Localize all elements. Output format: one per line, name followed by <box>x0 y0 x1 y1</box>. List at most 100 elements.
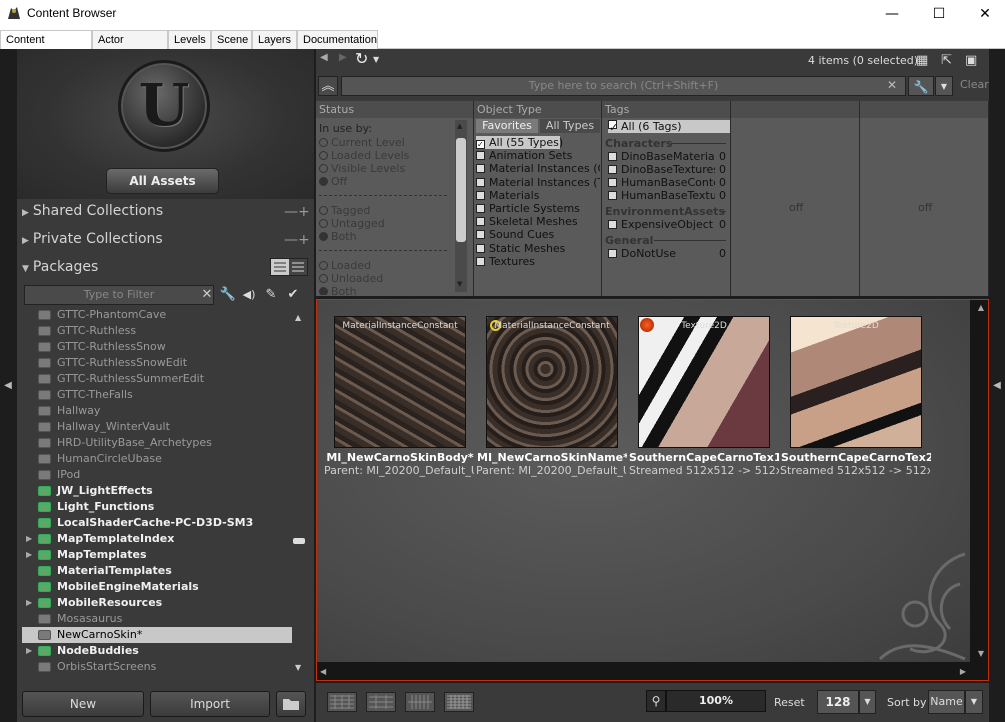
folder-button[interactable] <box>276 691 306 717</box>
import-button[interactable]: Import <box>150 691 270 717</box>
tags-column-header[interactable]: Tags <box>602 101 731 118</box>
refresh-dropdown-icon[interactable]: ▼ <box>373 55 379 64</box>
status-column-header[interactable]: Status <box>316 101 474 118</box>
package-item[interactable]: Mosasaurus <box>22 611 292 627</box>
clear-button[interactable]: Clear <box>960 78 989 91</box>
expand-arrow-icon[interactable]: ▶ <box>26 531 32 547</box>
asset-thumbnail[interactable] <box>638 316 770 448</box>
all-types-tab[interactable]: All Types <box>540 119 600 133</box>
favorites-tab[interactable]: Favorites <box>476 119 538 133</box>
clear-search-icon[interactable]: ✕ <box>887 78 897 92</box>
collapse-left-arrow-icon[interactable]: ◀ <box>2 380 14 391</box>
package-item[interactable]: ▶ MapTemplateIndex <box>22 531 292 547</box>
maximize-button[interactable]: ☐ <box>916 0 962 28</box>
view-list-grid-icon[interactable] <box>444 692 474 712</box>
status-option[interactable]: Both <box>319 285 357 295</box>
object-type-checkbox[interactable]: Materials <box>476 189 539 202</box>
tab-levels[interactable]: Levels <box>168 30 211 49</box>
view-small-grid-icon[interactable] <box>405 692 435 712</box>
tag-checkbox[interactable]: DoNotUse 0 <box>608 247 730 260</box>
package-item[interactable]: Hallway <box>22 403 292 419</box>
object-type-checkbox[interactable]: Skeletal Meshes <box>476 215 578 228</box>
empty-column-header[interactable] <box>860 101 989 118</box>
status-option[interactable]: Untagged <box>319 217 385 230</box>
private-collections-header[interactable]: ▶ Private Collections <box>22 231 163 251</box>
status-option[interactable]: Loaded Levels <box>319 149 409 162</box>
add-shared-collection-icon[interactable]: —+ <box>284 204 310 220</box>
package-filter-input[interactable]: Type to Filter <box>24 285 214 305</box>
status-option[interactable]: Unloaded <box>319 272 383 285</box>
package-item[interactable]: HRD-UtilityBase_Archetypes <box>22 435 292 451</box>
wrench-icon[interactable]: 🔧 <box>219 285 237 305</box>
tag-checkbox[interactable]: DinoBaseTextures 0 <box>608 163 730 176</box>
object-type-checkbox[interactable]: Textures <box>476 255 535 268</box>
object-type-checkbox[interactable]: Sound Cues <box>476 228 554 241</box>
tag-checkbox[interactable]: ExpensiveObject 0 <box>608 218 730 231</box>
expand-arrow-icon[interactable]: ▶ <box>26 595 32 611</box>
status-scrollbar[interactable]: ▲ ▼ <box>455 120 467 292</box>
object-type-checkbox[interactable]: Static Meshes <box>476 242 565 255</box>
zoom-slider[interactable]: 100% <box>666 690 766 712</box>
package-item[interactable]: ▶ MapTemplates <box>22 547 292 563</box>
package-item[interactable]: ▶ MobileResources <box>22 595 292 611</box>
object-type-checkbox[interactable]: ✓ All (55 Types) <box>476 136 563 149</box>
expand-arrow-icon[interactable]: ▶ <box>26 643 32 659</box>
checkmark-icon[interactable]: ✔ <box>284 285 302 305</box>
asset-thumbnail[interactable] <box>486 316 618 448</box>
refresh-icon[interactable]: ↻ <box>355 49 368 68</box>
all-tags-checkbox[interactable]: ✓ All (6 Tags) <box>608 120 730 134</box>
package-view-toggle[interactable] <box>270 258 308 276</box>
object-type-column-header[interactable]: Object Type <box>474 101 602 118</box>
package-item[interactable]: GTTC-RuthlessSummerEdit <box>22 371 292 387</box>
package-list-scrollbar[interactable]: ▲ ▼ <box>292 309 306 677</box>
new-window-icon[interactable]: ▦ <box>916 53 928 68</box>
minimize-button[interactable]: — <box>869 0 915 28</box>
new-button[interactable]: New <box>22 691 144 717</box>
search-options-icon[interactable]: 🔧 <box>908 76 934 96</box>
add-private-collection-icon[interactable]: —+ <box>284 232 310 248</box>
pop-out-icon[interactable]: ⇱ <box>941 53 952 68</box>
sort-dropdown-icon[interactable]: ▼ <box>965 690 983 714</box>
status-option[interactable]: Tagged <box>319 204 370 217</box>
package-item[interactable]: MobileEngineMaterials <box>22 579 292 595</box>
sort-select[interactable]: Name <box>928 690 965 714</box>
package-item[interactable]: HumanCircleUbase <box>22 451 292 467</box>
search-input[interactable]: Type here to search (Ctrl+Shift+F) <box>341 76 906 96</box>
asset-thumbnail[interactable] <box>790 316 922 448</box>
expand-arrow-icon[interactable]: ▶ <box>26 547 32 563</box>
collapse-right-arrow-icon[interactable]: ◀ <box>991 380 1003 391</box>
status-option[interactable]: Off <box>319 175 347 188</box>
package-item[interactable]: GTTC-RuthlessSnow <box>22 339 292 355</box>
all-assets-button[interactable]: All Assets <box>106 168 219 194</box>
tag-checkbox[interactable]: DinoBaseMaterials 0 <box>608 150 730 163</box>
view-medium-grid-icon[interactable] <box>366 692 396 712</box>
reset-zoom-button[interactable]: Reset <box>774 696 805 709</box>
view-large-grid-icon[interactable] <box>327 692 357 712</box>
object-type-checkbox[interactable]: Particle Systems <box>476 202 580 215</box>
tag-checkbox[interactable]: HumanBaseContent0 <box>608 176 730 189</box>
lock-icon[interactable]: ▣ <box>965 53 977 68</box>
status-option[interactable]: Current Level <box>319 136 405 149</box>
status-option[interactable]: Loaded <box>319 259 371 272</box>
speaker-icon[interactable]: ◀) <box>240 285 258 305</box>
search-options-dropdown-icon[interactable]: ▼ <box>935 76 953 96</box>
tab-actor-classes[interactable]: Actor Classes <box>92 30 168 64</box>
package-item[interactable]: GTTC-PhantomCave <box>22 309 292 323</box>
package-item[interactable]: Hallway_WinterVault <box>22 419 292 435</box>
asset-view-hscrollbar[interactable] <box>317 662 970 680</box>
close-button[interactable]: ✕ <box>962 0 1005 28</box>
forward-arrow-icon[interactable]: ▶ <box>339 52 347 63</box>
package-item[interactable]: Light_Functions <box>22 499 292 515</box>
package-item[interactable]: MaterialTemplates <box>22 563 292 579</box>
back-arrow-icon[interactable]: ◀ <box>320 52 328 63</box>
package-item[interactable]: GTTC-RuthlessSnowEdit <box>22 355 292 371</box>
object-type-checkbox[interactable]: Animation Sets <box>476 149 572 162</box>
asset-thumbnail[interactable] <box>334 316 466 448</box>
package-item[interactable]: LocalShaderCache-PC-D3D-SM3 <box>22 515 292 531</box>
tab-scene[interactable]: Scene <box>211 30 252 49</box>
object-type-checkbox[interactable]: Material Instances (Cons <box>476 162 600 175</box>
size-dropdown-icon[interactable]: ▼ <box>859 690 876 714</box>
tab-content-browser[interactable]: Content Browser <box>0 30 92 64</box>
packages-header[interactable]: ▼ Packages <box>22 259 98 279</box>
package-item[interactable]: GTTC-Ruthless <box>22 323 292 339</box>
